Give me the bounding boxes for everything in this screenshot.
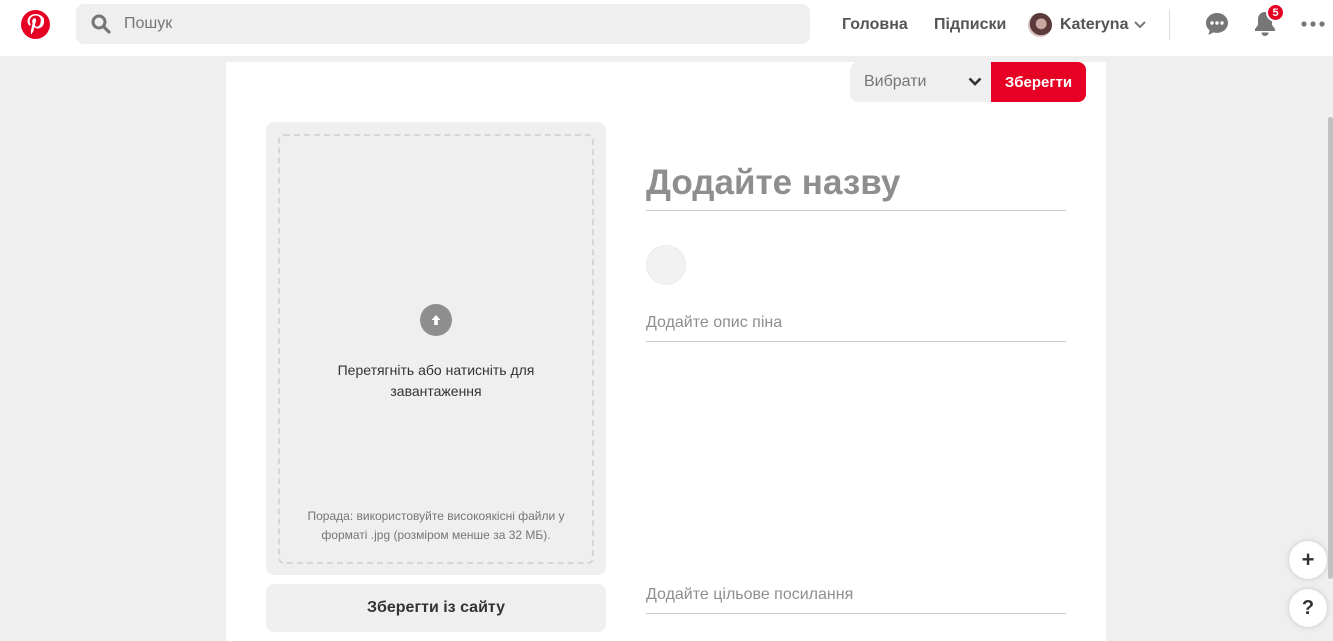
image-upload-area[interactable]: Перетягніть або натисніть для завантажен… [266,122,606,575]
pin-title-input[interactable] [646,155,1066,211]
pin-builder-card: Вибрати Зберегти Перетягніть або натисні… [226,62,1106,641]
help-button[interactable]: ? [1289,589,1327,627]
plus-icon: + [1301,547,1315,572]
search-icon [91,13,113,35]
avatar [646,245,686,285]
board-select-label: Вибрати [864,73,927,90]
more-icon[interactable] [1301,20,1325,28]
nav-subscriptions-link[interactable]: Підписки [934,16,1006,34]
destination-link-input[interactable] [646,576,1066,614]
nav-home-link[interactable]: Головна [842,16,908,34]
header-divider [1169,9,1170,40]
user-menu[interactable]: Kateryna [1028,12,1147,38]
notification-badge: 5 [1266,3,1285,22]
save-button[interactable]: Зберегти [991,62,1086,102]
add-button[interactable]: + [1289,541,1327,579]
board-select[interactable]: Вибрати [850,62,992,102]
upload-dropzone[interactable] [278,134,594,564]
message-icon[interactable] [1204,12,1230,36]
top-header: Головна Підписки Kateryna 5 [0,0,1333,56]
search-input[interactable] [124,15,774,33]
search-bar[interactable] [76,4,810,44]
scrollbar[interactable] [1328,117,1333,579]
pin-description-input[interactable] [646,305,1066,342]
chevron-down-icon [968,74,982,92]
chevron-down-icon [1134,21,1147,29]
upload-arrow-icon [420,304,452,336]
upload-tip: Порада: використовуйте високоякісні файл… [307,509,565,542]
save-from-site-button[interactable]: Зберегти із сайту [266,584,606,632]
avatar [1028,13,1052,37]
help-icon: ? [1301,596,1315,619]
pinterest-logo[interactable] [21,10,50,39]
user-name: Kateryna [1060,16,1129,33]
upload-instruction: Перетягніть або натисніть для завантажен… [337,362,535,399]
